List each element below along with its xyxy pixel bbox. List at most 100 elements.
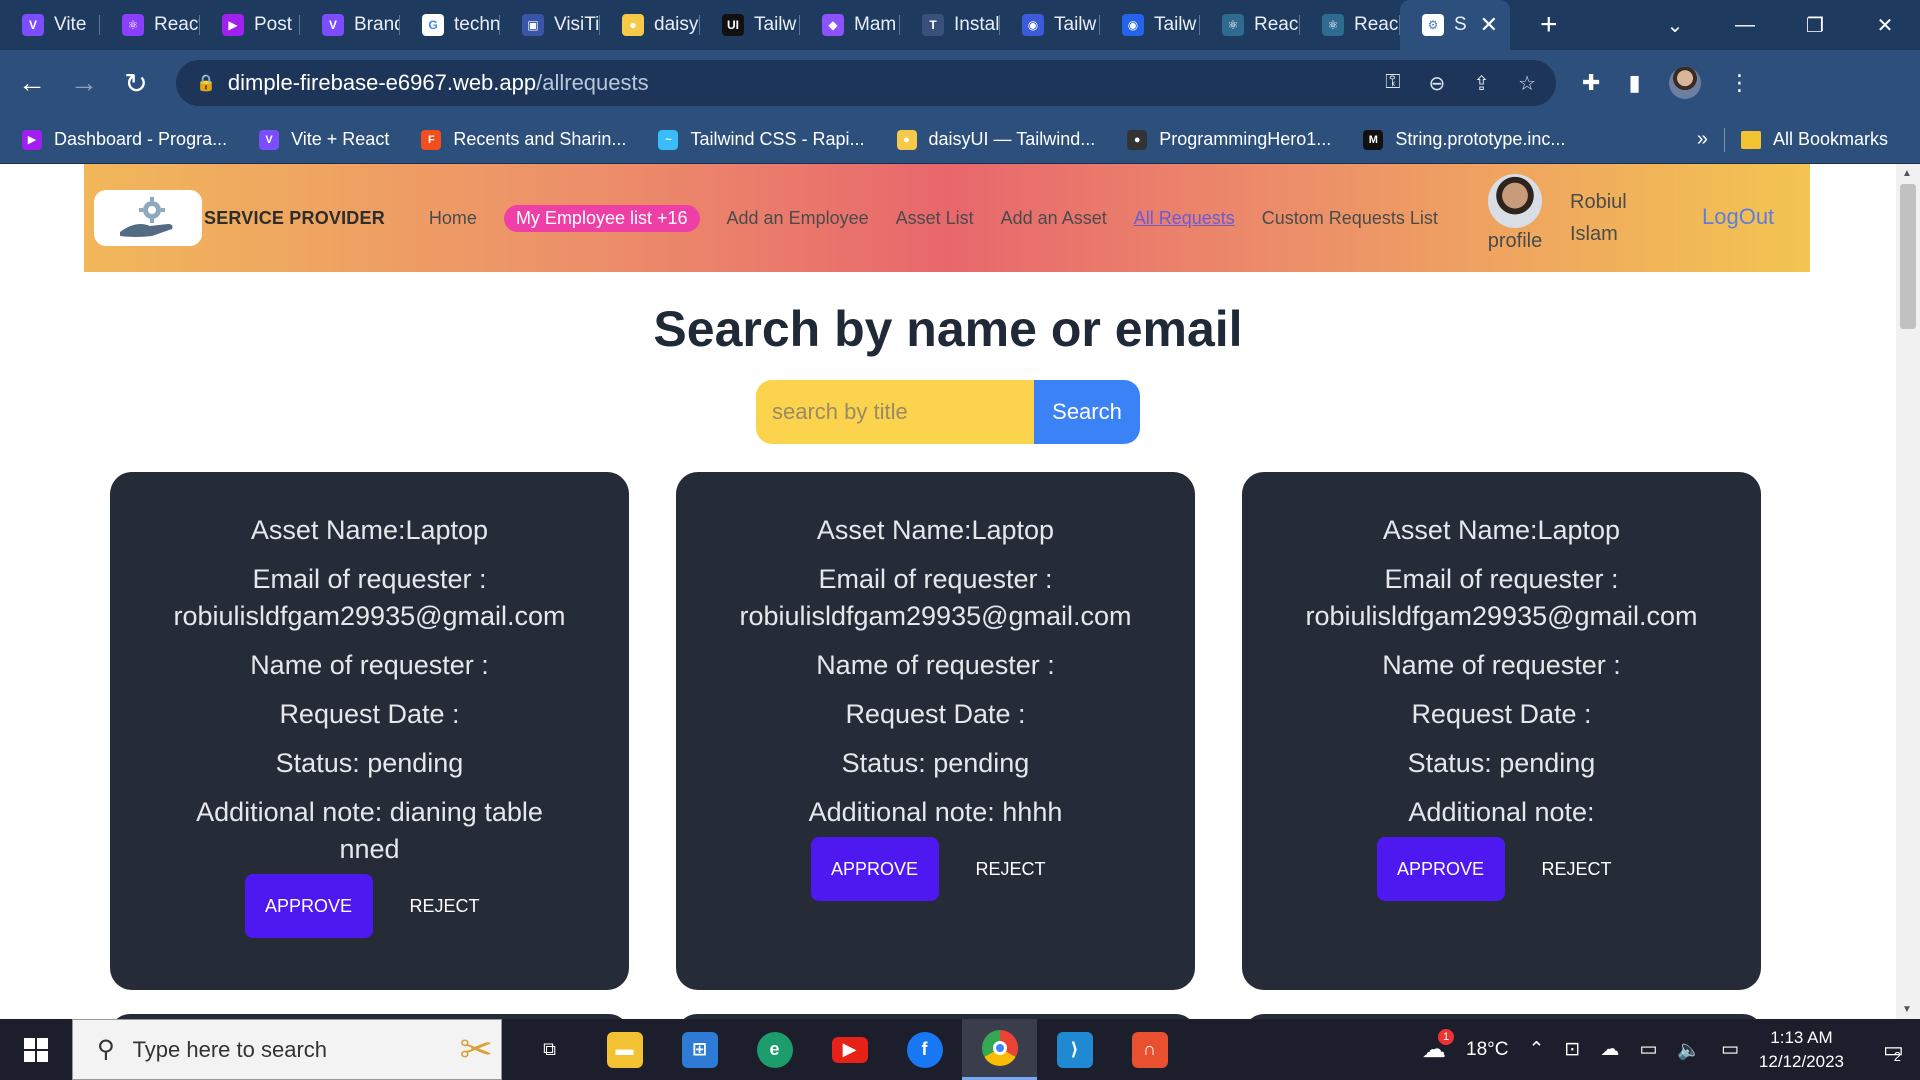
browser-tab[interactable]: V Vite bbox=[0, 0, 100, 50]
reload-icon[interactable]: ↻ bbox=[116, 67, 156, 100]
forward-icon[interactable]: → bbox=[64, 67, 104, 99]
address-bar[interactable]: 🔒 dimple-firebase-e6967.web.app/allreque… bbox=[176, 60, 1556, 106]
bookmark-item[interactable]: ● ProgrammingHero1... bbox=[1127, 129, 1331, 150]
weather-icon[interactable]: ☁ 1 bbox=[1422, 1029, 1455, 1064]
browser-tab[interactable]: ⚛ Reac bbox=[1200, 0, 1300, 50]
site-logo[interactable] bbox=[94, 190, 202, 246]
vscode-app[interactable]: ⟩ bbox=[1037, 1019, 1112, 1080]
url-domain: dimple-firebase-e6967.web.app bbox=[227, 70, 537, 95]
edge-app[interactable]: e bbox=[737, 1019, 812, 1080]
nav-link-custom-requests[interactable]: Custom Requests List bbox=[1262, 208, 1438, 229]
weather-temp[interactable]: 18°C bbox=[1466, 1039, 1508, 1061]
browser-tab[interactable]: ▶ Post bbox=[200, 0, 300, 50]
bookmark-star-icon[interactable]: ☆ bbox=[1518, 71, 1536, 96]
browser-tab-active[interactable]: ⚙ S ✕ bbox=[1400, 0, 1510, 50]
nav-link-home[interactable]: Home bbox=[429, 208, 477, 229]
folder-icon bbox=[1740, 130, 1761, 149]
approve-button[interactable]: APPROVE bbox=[244, 874, 373, 938]
office-app[interactable]: ∩ bbox=[1112, 1019, 1187, 1080]
file-explorer-app[interactable]: ▬ bbox=[587, 1019, 662, 1080]
request-date: Request Date : bbox=[1411, 699, 1592, 729]
back-icon[interactable]: ← bbox=[12, 67, 52, 99]
notifications-button[interactable]: ▭ 2 bbox=[1864, 1019, 1920, 1080]
minimize-button[interactable]: — bbox=[1710, 14, 1780, 37]
browser-tab[interactable]: V Brand bbox=[300, 0, 400, 50]
search-button[interactable]: Search bbox=[1034, 380, 1140, 444]
profile-avatar-icon[interactable] bbox=[1668, 67, 1701, 99]
bookmark-item[interactable]: ● daisyUI — Tailwind... bbox=[896, 129, 1095, 150]
scrollbar-thumb[interactable] bbox=[1900, 184, 1916, 329]
bookmark-item[interactable]: ▶ Dashboard - Progra... bbox=[22, 129, 227, 150]
menu-kebab-icon[interactable]: ⋮ bbox=[1729, 70, 1751, 96]
all-bookmarks-folder[interactable]: All Bookmarks bbox=[1740, 129, 1888, 150]
side-panel-icon[interactable]: ▮ bbox=[1628, 70, 1640, 96]
scroll-up-icon[interactable]: ▲ bbox=[1902, 168, 1912, 179]
bookmark-separator bbox=[1723, 127, 1725, 152]
browser-tab[interactable]: UI Tailw bbox=[700, 0, 800, 50]
nav-link-employee-list[interactable]: My Employee list +16 bbox=[503, 204, 700, 232]
restore-button[interactable]: ❐ bbox=[1780, 13, 1850, 38]
facebook-app[interactable]: f bbox=[887, 1019, 962, 1080]
react-icon: ⚛ bbox=[1222, 14, 1244, 36]
chevron-up-icon[interactable]: ⌃ bbox=[1528, 1038, 1544, 1061]
browser-tab[interactable]: ◉ Tailw bbox=[1000, 0, 1100, 50]
start-button[interactable] bbox=[0, 1019, 72, 1080]
clock[interactable]: 1:13 AM 12/12/2023 bbox=[1759, 1026, 1844, 1074]
brand-name: SERVICE PROVIDER bbox=[204, 207, 385, 228]
browser-tab[interactable]: T Instal bbox=[900, 0, 1000, 50]
zoom-icon[interactable]: ⊖ bbox=[1429, 71, 1446, 96]
browser-tab[interactable]: ▣ VisiTi bbox=[500, 0, 600, 50]
page-scrollbar[interactable]: ▲ ▼ bbox=[1896, 164, 1920, 1019]
youtube-app[interactable]: ▶ bbox=[812, 1019, 887, 1080]
bookmark-item[interactable]: F Recents and Sharin... bbox=[421, 129, 626, 150]
reject-button[interactable]: REJECT bbox=[395, 874, 495, 938]
tailwind-icon: ~ bbox=[658, 129, 679, 150]
logout-button[interactable]: LogOut bbox=[1702, 204, 1774, 230]
search-input[interactable] bbox=[756, 380, 1034, 444]
browser-tab[interactable]: ⚛ React bbox=[100, 0, 200, 50]
task-view-button[interactable]: ⧉ bbox=[512, 1019, 587, 1080]
meet-now-icon[interactable]: ⊡ bbox=[1564, 1038, 1580, 1061]
close-tab-icon[interactable]: ✕ bbox=[1480, 12, 1498, 38]
more-bookmarks-icon[interactable]: » bbox=[1697, 128, 1708, 151]
volume-icon[interactable]: 🔈 bbox=[1677, 1038, 1701, 1062]
taskbar-search[interactable]: ⚲ Type here to search ✂ bbox=[72, 1019, 502, 1080]
bookmark-item[interactable]: V Vite + React bbox=[259, 129, 389, 150]
bookmark-item[interactable]: ~ Tailwind CSS - Rapi... bbox=[658, 129, 865, 150]
facebook-icon: f bbox=[906, 1031, 943, 1068]
reject-button[interactable]: REJECT bbox=[1527, 837, 1627, 901]
browser-toolbar: ← → ↻ 🔒 dimple-firebase-e6967.web.app/al… bbox=[0, 50, 1920, 116]
browser-tab[interactable]: ⚛ Reac bbox=[1300, 0, 1400, 50]
reject-button[interactable]: REJECT bbox=[961, 837, 1061, 901]
additional-note: Additional note: bbox=[1408, 797, 1595, 827]
tab-search-icon[interactable]: ⌄ bbox=[1640, 13, 1710, 38]
browser-tab[interactable]: ◉ Tailw bbox=[1100, 0, 1200, 50]
chrome-app[interactable] bbox=[962, 1019, 1037, 1080]
nav-link-add-employee[interactable]: Add an Employee bbox=[727, 208, 869, 229]
lock-icon[interactable]: 🔒 bbox=[196, 73, 216, 93]
scroll-down-icon[interactable]: ▼ bbox=[1902, 1004, 1912, 1015]
network-icon[interactable]: ▭ bbox=[1721, 1038, 1739, 1061]
store-app[interactable]: ⊞ bbox=[662, 1019, 737, 1080]
window-controls: ⌄ — ❐ ✕ bbox=[1640, 0, 1920, 50]
tailwind-icon: ◉ bbox=[1022, 14, 1044, 36]
battery-icon[interactable]: ▭ bbox=[1639, 1038, 1657, 1061]
nav-link-add-asset[interactable]: Add an Asset bbox=[1001, 208, 1107, 229]
browser-tab[interactable]: ● daisy bbox=[600, 0, 700, 50]
nav-link-asset-list[interactable]: Asset List bbox=[896, 208, 974, 229]
nav-link-all-requests[interactable]: All Requests bbox=[1134, 208, 1235, 229]
share-icon[interactable]: ⇪ bbox=[1473, 71, 1490, 96]
profile-block[interactable]: profile bbox=[1482, 174, 1548, 253]
new-tab-button[interactable]: + bbox=[1540, 8, 1558, 42]
avatar[interactable] bbox=[1488, 174, 1542, 228]
key-icon[interactable]: ⚿ bbox=[1385, 71, 1400, 96]
bookmark-item[interactable]: M String.prototype.inc... bbox=[1363, 129, 1565, 150]
approve-button[interactable]: APPROVE bbox=[810, 837, 939, 901]
page-viewport: SERVICE PROVIDER Home My Employee list +… bbox=[0, 164, 1896, 1019]
browser-tab[interactable]: ◆ Mam bbox=[800, 0, 900, 50]
browser-tab[interactable]: Gtechn bbox=[400, 0, 500, 50]
extensions-icon[interactable]: ✚ bbox=[1582, 70, 1600, 96]
close-window-button[interactable]: ✕ bbox=[1850, 13, 1920, 38]
approve-button[interactable]: APPROVE bbox=[1376, 837, 1505, 901]
cloud-icon[interactable]: ☁ bbox=[1600, 1038, 1619, 1061]
